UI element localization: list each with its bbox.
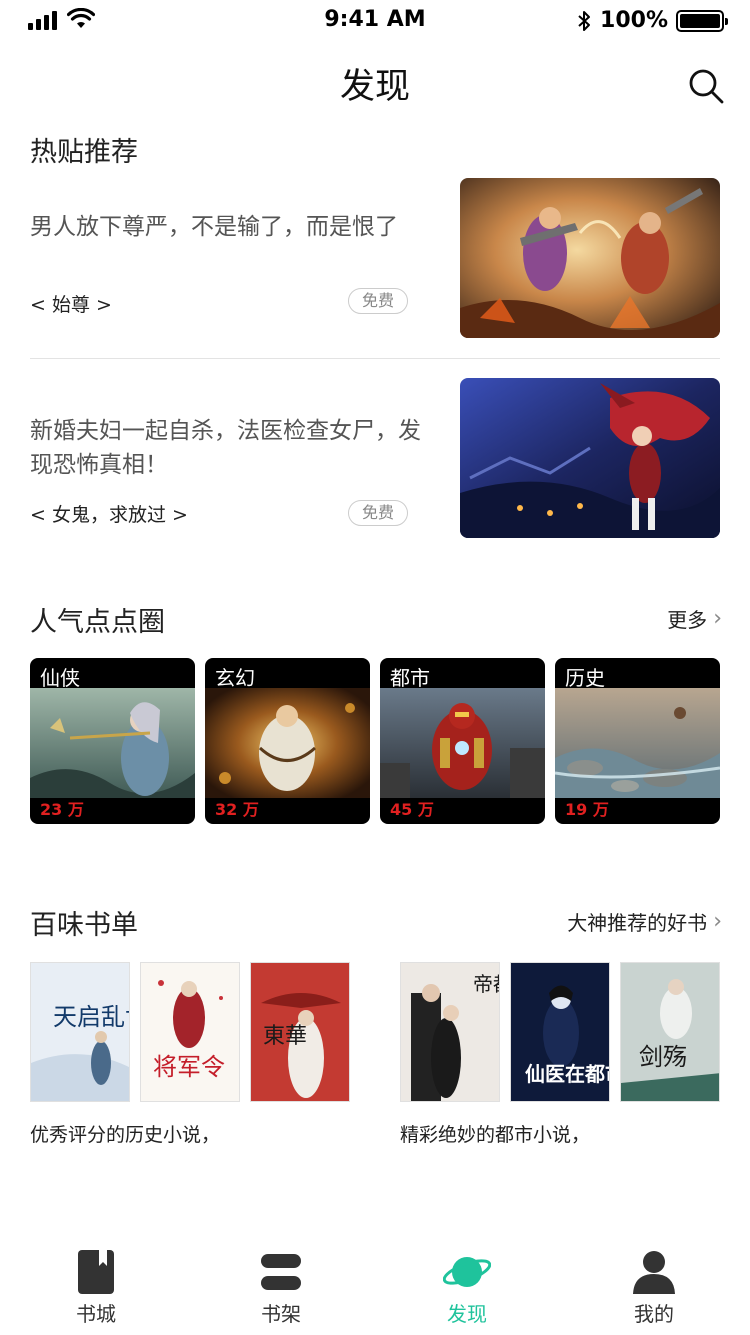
- hot-post-item[interactable]: 男人放下尊严，不是输了，而是恨了 < 始尊 > 免费: [30, 178, 720, 338]
- circles-more-link[interactable]: 更多 ›: [667, 604, 722, 633]
- chevron-right-icon: ›: [713, 909, 722, 934]
- free-badge: 免费: [348, 288, 408, 314]
- post-image: [460, 178, 720, 338]
- booklist-description: 精彩绝妙的都市小说，: [400, 1124, 591, 1146]
- tab-label: 书架: [261, 1302, 301, 1326]
- circle-image: [205, 688, 370, 798]
- book-cover: 仙医在都市: [510, 962, 610, 1102]
- booklists-title: 百味书单: [30, 910, 138, 941]
- book-cover: 帝都夜生活: [400, 962, 500, 1102]
- cover-title: 剑殇: [639, 1043, 687, 1071]
- circle-count: 19 万: [565, 800, 609, 819]
- booklist-card[interactable]: 天启乱世 将军令 東華 优秀评分的历史小说，: [30, 962, 350, 1147]
- booklists-more-link[interactable]: 大神推荐的好书 ›: [567, 907, 722, 936]
- post-title: 男人放下尊严，不是输了，而是恨了: [30, 214, 398, 240]
- post-title: 新婚夫妇一起自杀，法医检查女尸，发现恐怖真相！: [30, 418, 421, 478]
- shelf-icon: [261, 1254, 301, 1290]
- circle-name: 玄幻: [215, 666, 255, 690]
- page-title: 发现: [339, 67, 410, 107]
- book-cover: 剑殇: [620, 962, 720, 1102]
- tab-label: 书城: [76, 1302, 116, 1326]
- post-book-name: < 女鬼，求放过 >: [30, 504, 188, 526]
- circle-count: 23 万: [40, 800, 84, 819]
- more-label: 大神推荐的好书: [567, 911, 708, 935]
- book-cover: 東華: [250, 962, 350, 1102]
- tab-bookstore[interactable]: 书城: [36, 1248, 156, 1327]
- tab-mine[interactable]: 我的: [594, 1248, 714, 1327]
- free-badge: 免费: [348, 500, 408, 526]
- circle-card[interactable]: 仙侠 23 万: [30, 658, 195, 824]
- hot-post-item[interactable]: 新婚夫妇一起自杀，法医检查女尸，发现恐怖真相！ < 女鬼，求放过 > 免费: [30, 378, 720, 538]
- tab-label: 发现: [447, 1302, 487, 1326]
- book-icon: [78, 1250, 114, 1294]
- circles-title: 人气点点圈: [30, 607, 165, 638]
- booklist-description: 优秀评分的历史小说，: [30, 1124, 221, 1146]
- booklist-card[interactable]: 帝都夜生活 仙医在都市 剑殇 精彩绝妙的都市小说，: [400, 962, 720, 1147]
- circle-card[interactable]: 玄幻 32 万: [205, 658, 370, 824]
- divider: [30, 358, 720, 359]
- post-book-name: < 始尊 >: [30, 294, 112, 316]
- status-bar: 9:41 AM 100%: [0, 0, 750, 40]
- search-icon[interactable]: [686, 66, 726, 106]
- circle-image: [555, 688, 720, 798]
- tab-bar: 书城 书架 发现 我的: [0, 1240, 750, 1335]
- more-label: 更多: [667, 608, 708, 632]
- circle-image: [30, 688, 195, 798]
- post-image: [460, 378, 720, 538]
- circle-image: [380, 688, 545, 798]
- tab-discover[interactable]: 发现: [407, 1248, 527, 1327]
- tab-bookshelf[interactable]: 书架: [221, 1248, 341, 1327]
- book-cover: 将军令: [140, 962, 240, 1102]
- cover-title: 天启乱世: [53, 1003, 130, 1031]
- circle-name: 仙侠: [40, 666, 80, 690]
- circle-card[interactable]: 历史 19 万: [555, 658, 720, 824]
- circle-card[interactable]: 都市 45 万: [380, 658, 545, 824]
- planet-icon: [443, 1257, 491, 1287]
- circle-name: 历史: [565, 666, 605, 690]
- circle-count: 32 万: [215, 800, 259, 819]
- battery-icon: [676, 9, 728, 32]
- circles-row: 仙侠 23 万 玄幻 32 万 都市 45 万 历史 19 万: [30, 658, 720, 826]
- cover-title: 帝都夜生活: [473, 972, 500, 996]
- tab-label: 我的: [634, 1302, 674, 1326]
- battery-percent: 100%: [600, 8, 668, 33]
- circle-name: 都市: [390, 666, 430, 690]
- hot-posts-title: 热贴推荐: [30, 137, 138, 168]
- chevron-right-icon: ›: [713, 606, 722, 631]
- book-cover: 天启乱世: [30, 962, 130, 1102]
- circle-count: 45 万: [390, 800, 434, 819]
- bluetooth-icon: [578, 10, 591, 31]
- cover-title: 仙医在都市: [525, 1062, 610, 1086]
- cover-title: 東華: [263, 1024, 307, 1049]
- cover-title: 将军令: [153, 1053, 225, 1081]
- person-icon: [633, 1251, 675, 1294]
